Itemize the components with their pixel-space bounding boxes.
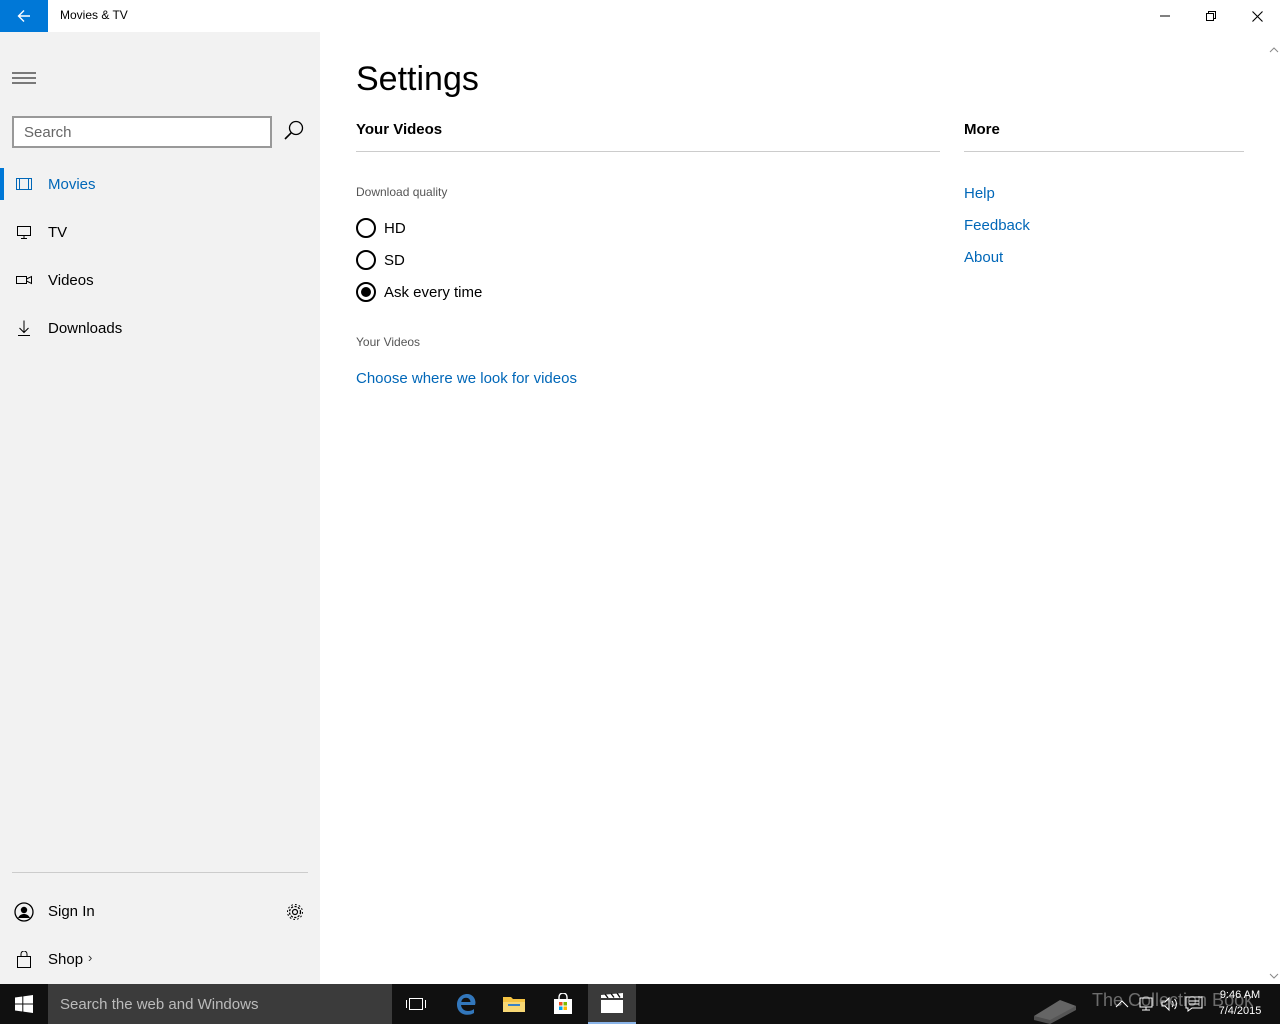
your-videos-label: Your Videos <box>356 335 421 349</box>
clock-date: 7/4/2015 <box>1218 1005 1262 1017</box>
search-icon <box>284 120 304 140</box>
clapperboard-icon <box>601 993 623 1013</box>
nav-item-tv[interactable]: TV <box>0 208 320 256</box>
sign-in-button[interactable]: Sign In <box>0 888 280 936</box>
radio-label: HD <box>384 219 406 237</box>
sidebar-divider <box>12 872 308 873</box>
minimize-button[interactable] <box>1142 0 1188 32</box>
close-icon <box>1251 10 1263 22</box>
sidebar: Movies TV Videos Downloads Sign In <box>0 32 320 984</box>
download-icon <box>18 320 30 336</box>
shop-label: Shop <box>48 951 84 968</box>
taskbar: Search the web and Windows The Collectio… <box>0 984 1280 1024</box>
page-title: Settings <box>356 60 479 98</box>
action-center-icon[interactable] <box>1184 994 1204 1014</box>
edge-icon <box>457 994 476 1015</box>
edge-browser-button[interactable] <box>442 984 490 1024</box>
tv-icon <box>17 226 31 239</box>
settings-button[interactable] <box>286 903 306 923</box>
your-videos-section-header: Your Videos <box>356 121 443 138</box>
book-icon <box>1034 1000 1076 1024</box>
settings-page: Settings Your Videos Download quality HD… <box>320 32 1280 984</box>
movies-tv-taskbar-button[interactable] <box>588 984 636 1024</box>
task-view-button[interactable] <box>392 984 440 1024</box>
network-icon[interactable] <box>1136 994 1156 1014</box>
search-input[interactable] <box>12 116 272 148</box>
about-link[interactable]: About <box>964 249 1003 266</box>
video-camera-icon <box>16 275 32 285</box>
task-view-icon <box>406 998 426 1010</box>
search-button[interactable] <box>283 120 309 146</box>
film-icon <box>16 178 32 190</box>
gear-icon <box>287 904 303 920</box>
section-divider <box>964 151 1244 152</box>
start-button[interactable] <box>0 984 48 1024</box>
nav-item-label: TV <box>48 223 68 241</box>
radio-button-icon <box>356 250 376 270</box>
windows-logo-icon <box>15 995 33 1013</box>
chevron-right-icon: › <box>88 950 93 965</box>
nav-item-movies[interactable]: Movies <box>0 160 320 208</box>
close-button[interactable] <box>1234 0 1280 32</box>
store-bag-icon <box>554 993 572 1014</box>
radio-label: Ask every time <box>384 283 483 301</box>
hamburger-icon <box>12 72 36 84</box>
section-divider <box>356 151 940 152</box>
store-button[interactable] <box>539 984 587 1024</box>
scroll-down-arrow-icon[interactable] <box>1268 970 1280 982</box>
radio-button-selected-icon <box>356 282 376 302</box>
hamburger-menu-button[interactable] <box>12 66 36 90</box>
nav-item-label: Videos <box>48 271 94 289</box>
chevron-up-icon[interactable] <box>1112 994 1132 1014</box>
folder-icon <box>503 997 525 1012</box>
help-link[interactable]: Help <box>964 185 995 202</box>
sign-in-label: Sign In <box>48 903 95 920</box>
nav-item-downloads[interactable]: Downloads <box>0 304 320 352</box>
title-bar: Movies & TV <box>0 0 1280 32</box>
radio-hd[interactable]: HD <box>356 216 406 240</box>
radio-sd[interactable]: SD <box>356 248 405 272</box>
radio-button-icon <box>356 218 376 238</box>
shopping-bag-icon <box>17 951 31 968</box>
radio-label: SD <box>384 251 405 269</box>
download-quality-label: Download quality <box>356 185 448 199</box>
radio-ask-every-time[interactable]: Ask every time <box>356 280 482 304</box>
restore-button[interactable] <box>1188 0 1234 32</box>
back-button[interactable] <box>0 0 48 32</box>
more-section-header: More <box>964 121 1000 138</box>
taskbar-search-text: Search the web and Windows <box>60 996 259 1013</box>
clock-time: 9:46 AM <box>1219 989 1261 1001</box>
nav-item-label: Movies <box>48 175 96 193</box>
shop-button[interactable]: Shop › <box>0 936 320 984</box>
scroll-up-arrow-icon[interactable] <box>1268 44 1280 56</box>
feedback-link[interactable]: Feedback <box>964 217 1030 234</box>
nav-item-videos[interactable]: Videos <box>0 256 320 304</box>
nav-item-label: Downloads <box>48 319 123 337</box>
user-icon <box>14 902 34 922</box>
restore-icon <box>1206 11 1216 21</box>
taskbar-clock[interactable]: 9:46 AM 7/4/2015 <box>1212 987 1268 1019</box>
file-explorer-button[interactable] <box>490 984 538 1024</box>
app-title: Movies & TV <box>60 8 128 22</box>
taskbar-search-box[interactable]: Search the web and Windows <box>48 984 392 1024</box>
volume-icon[interactable] <box>1160 994 1180 1014</box>
minimize-icon <box>1160 15 1170 17</box>
choose-video-locations-link[interactable]: Choose where we look for videos <box>356 370 577 387</box>
back-arrow-icon <box>17 10 30 22</box>
